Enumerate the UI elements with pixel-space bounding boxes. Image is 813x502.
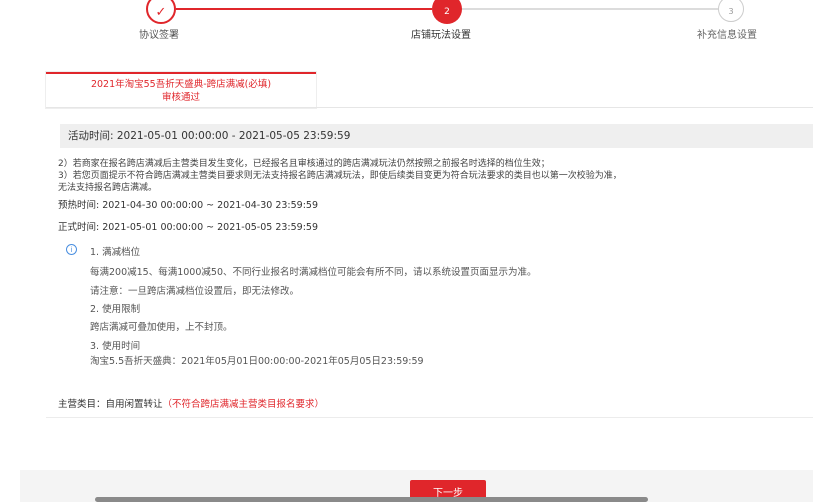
horizontal-scrollbar[interactable] [95, 497, 648, 502]
check-icon: ✓ [155, 4, 167, 20]
rule-1-line-1: 每满200减15、每满1000减50、不同行业报名时满减档位可能会有所不同，请以… [90, 267, 537, 278]
tab-status: 审核通过 [161, 92, 200, 103]
step-1-label: 协议签署 [139, 30, 179, 41]
category-warning: （不符合跨店满减主营类目报名要求） [162, 399, 325, 410]
tab-activity[interactable]: 2021年淘宝55吾折天盛典-跨店满减(必填) 审核通过 [46, 72, 316, 108]
stepper-line-done [176, 8, 432, 10]
category-label: 主营类目：自用闲置转让 [58, 399, 163, 410]
step-3-circle: 3 [718, 0, 744, 22]
note-3-cont: 无法支持报名跨店满减。 [58, 183, 158, 193]
section-divider [46, 417, 813, 418]
rule-3-line-1: 淘宝5.5吾折天盛典：2021年05月01日00:00:00-2021年05月0… [90, 356, 424, 367]
step-1-circle: ✓ [146, 0, 176, 24]
step-2-circle: 2 [432, 0, 462, 24]
step-3-number: 3 [728, 6, 734, 16]
rule-3-title: 3. 使用时间 [90, 341, 141, 352]
step-2-label: 店铺玩法设置 [411, 30, 471, 41]
stepper-line-pending [462, 8, 718, 10]
rule-1-line-2: 请注意：一旦跨店满减档位设置后，即无法修改。 [90, 286, 300, 297]
preheat-time: 预热时间: 2021-04-30 00:00:00 ~ 2021-04-30 2… [58, 200, 319, 211]
formal-time: 正式时间: 2021-05-01 00:00:00 ~ 2021-05-05 2… [58, 222, 319, 233]
tabs-divider [46, 107, 813, 108]
tab-title: 2021年淘宝55吾折天盛典-跨店满减(必填) [90, 79, 272, 90]
category-row: 主营类目：自用闲置转让（不符合跨店满减主营类目报名要求） [58, 396, 324, 410]
activity-time: 活动时间: 2021-05-01 00:00:00 - 2021-05-05 2… [60, 124, 813, 148]
step-2-number: 2 [444, 7, 450, 17]
rule-2-line-1: 跨店满减可叠加使用，上不封顶。 [90, 322, 233, 333]
rule-2-title: 2. 使用限制 [90, 304, 141, 315]
rule-1-title: 1. 满减档位 [90, 247, 141, 258]
step-3-label: 补充信息设置 [697, 30, 757, 41]
info-icon: i [66, 244, 77, 255]
